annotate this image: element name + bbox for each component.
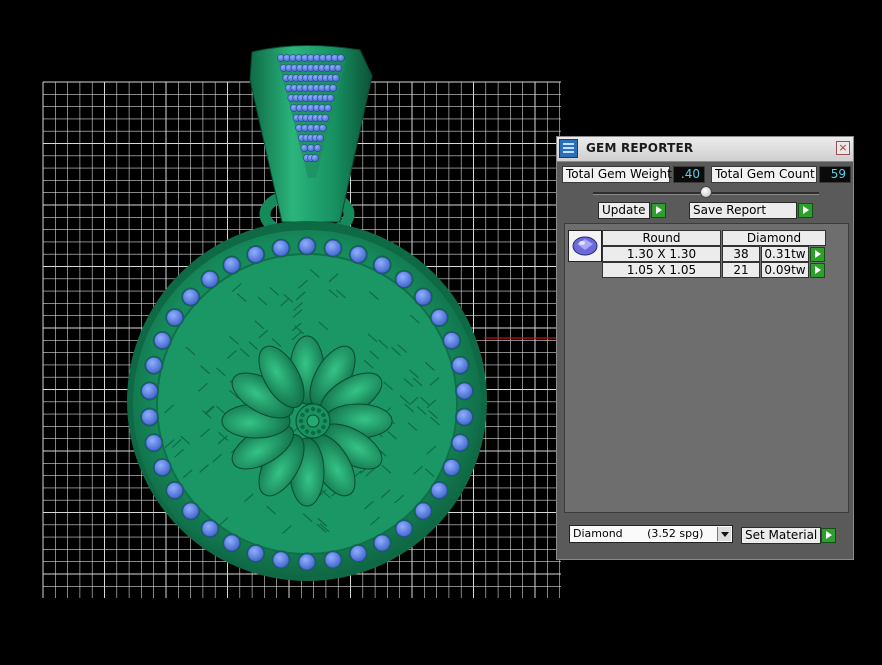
- ring-gem: [430, 482, 448, 499]
- pendant-model[interactable]: [127, 44, 487, 581]
- flower-bead: [300, 424, 305, 430]
- ring-gem: [349, 545, 367, 562]
- ring-gem: [373, 256, 391, 274]
- total-gem-count-label: Total Gem Count: [711, 166, 817, 183]
- row-count: 38: [722, 246, 760, 262]
- flower-bead: [310, 430, 316, 436]
- ring-gem: [456, 408, 473, 426]
- round-diamond-icon: [572, 236, 598, 256]
- material-select-value: Diamond (3.52 spg): [573, 527, 704, 540]
- ring-gem: [298, 237, 316, 255]
- bail-gem: [321, 114, 330, 122]
- row-size: 1.05 X 1.05: [602, 262, 721, 278]
- row-count: 21: [722, 262, 760, 278]
- ring-gem: [349, 246, 367, 263]
- ring-gem: [272, 239, 290, 257]
- flower-bead: [316, 408, 322, 413]
- row-weight: 0.31tw: [761, 246, 809, 262]
- ring-gem: [141, 382, 158, 400]
- bail-gem: [307, 144, 315, 152]
- flower-bead: [321, 412, 326, 418]
- panel-title: GEM REPORTER: [586, 141, 694, 155]
- bail-gem: [329, 84, 338, 92]
- ring-gem: [153, 332, 171, 349]
- bail-gem: [300, 144, 309, 152]
- bail-gem: [313, 144, 322, 152]
- flower-bead: [304, 408, 310, 413]
- flower-bead: [298, 418, 304, 424]
- bail-gem: [324, 104, 332, 112]
- ring-gem: [201, 520, 219, 538]
- ring-gem: [223, 534, 241, 552]
- ring-gem: [145, 356, 163, 374]
- ring-gem: [141, 408, 158, 426]
- update-play-icon[interactable]: [651, 203, 666, 218]
- flower-bead: [322, 418, 328, 424]
- ring-gem: [223, 256, 241, 274]
- ring-gem: [324, 551, 342, 569]
- update-button[interactable]: Update: [598, 202, 650, 219]
- row-size: 1.30 X 1.30: [602, 246, 721, 262]
- ring-gem: [430, 309, 448, 326]
- ring-gem: [395, 270, 413, 288]
- material-select[interactable]: Diamond (3.52 spg): [569, 525, 733, 543]
- gem-reporter-panel: GEM REPORTER × Total Gem Weight .40 Tota…: [556, 136, 854, 560]
- ring-gem: [201, 270, 219, 288]
- set-material-play-icon[interactable]: [821, 528, 836, 543]
- ring-gem: [414, 502, 432, 520]
- flower-core: [306, 414, 320, 428]
- bail-gem: [337, 54, 345, 62]
- row-weight: 0.09tw: [761, 262, 809, 278]
- gem-reporter-icon: [559, 139, 578, 158]
- row-select-play-icon[interactable]: [810, 247, 825, 262]
- ring-gem: [395, 520, 413, 538]
- flower-bead: [316, 429, 322, 434]
- bail-gem: [311, 154, 319, 162]
- bail-gem: [318, 124, 327, 132]
- bail-gem: [316, 134, 325, 142]
- title-bar[interactable]: GEM REPORTER ×: [557, 137, 853, 162]
- gem-list-area: Round Diamond 1.30 X 1.30 38 0.31tw 1.05…: [564, 223, 849, 513]
- slider-knob[interactable]: [700, 186, 712, 198]
- ring-gem: [166, 482, 184, 499]
- ring-gem: [166, 309, 184, 326]
- bail-gem: [331, 74, 340, 82]
- column-material-header: Diamond: [722, 230, 826, 246]
- ring-gem: [456, 382, 473, 400]
- row-select-play-icon[interactable]: [810, 263, 825, 278]
- set-material-button[interactable]: Set Material: [741, 527, 821, 544]
- bail-gem: [334, 64, 343, 72]
- flower-bead: [321, 424, 326, 430]
- ring-gem: [182, 502, 200, 520]
- save-report-play-icon[interactable]: [798, 203, 813, 218]
- ring-gem: [443, 459, 461, 476]
- bail-gem: [326, 94, 335, 102]
- ring-gem: [451, 356, 469, 374]
- ring-gem: [272, 551, 290, 569]
- close-button[interactable]: ×: [836, 141, 850, 155]
- ring-gem: [298, 553, 316, 571]
- ring-gem: [247, 545, 265, 562]
- total-gem-weight-label: Total Gem Weight: [562, 166, 672, 183]
- ring-gem: [153, 459, 171, 476]
- column-shape-header: Round: [602, 230, 721, 246]
- flower-bead: [304, 429, 310, 434]
- ring-gem: [247, 246, 265, 263]
- ring-gem: [182, 288, 200, 306]
- total-gem-count-value: 59: [819, 166, 851, 183]
- ring-gem: [443, 332, 461, 349]
- ring-gem: [451, 434, 469, 452]
- ring-gem: [414, 288, 432, 306]
- flower-bead: [300, 412, 305, 418]
- save-report-button[interactable]: Save Report: [689, 202, 797, 219]
- ring-gem: [373, 534, 391, 552]
- flower-bead: [310, 406, 316, 412]
- ring-gem: [324, 239, 342, 257]
- ring-gem: [145, 434, 163, 452]
- round-gem-thumbnail[interactable]: [568, 230, 602, 262]
- chevron-down-icon[interactable]: [717, 527, 731, 541]
- total-gem-weight-value: .40: [673, 166, 705, 183]
